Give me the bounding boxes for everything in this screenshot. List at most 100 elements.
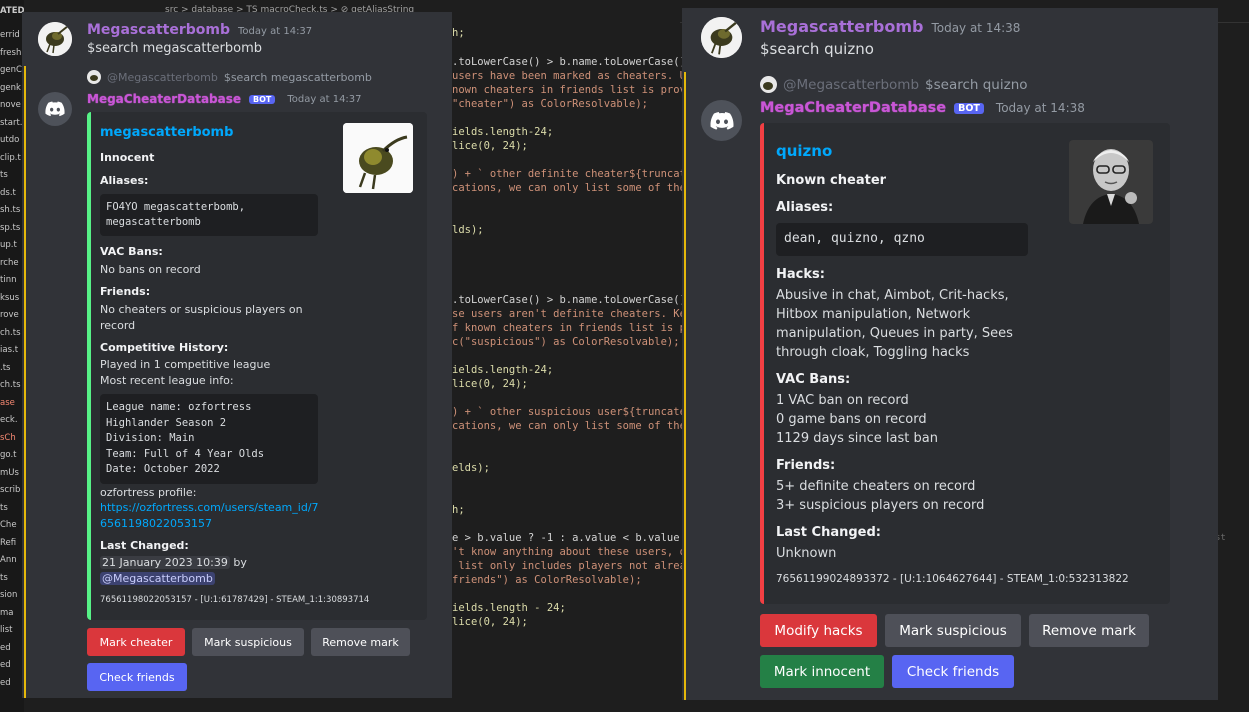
- file-tree-item[interactable]: tinn: [0, 275, 16, 285]
- code-line: nown cheaters in friends list is provide: [452, 84, 705, 96]
- file-tree-item[interactable]: mUs: [0, 468, 19, 478]
- file-tree-item[interactable]: ksus: [0, 293, 19, 303]
- file-tree-item[interactable]: ts: [0, 170, 8, 180]
- reply-reference[interactable]: @Megascatterbomb $search megascatterbomb: [87, 70, 372, 84]
- file-tree-item[interactable]: ch.ts: [0, 380, 21, 390]
- embed-thumbnail[interactable]: [343, 123, 413, 193]
- file-tree-item[interactable]: ias.t: [0, 345, 18, 355]
- league-line: League name: ozfortress: [106, 401, 252, 413]
- file-tree-item[interactable]: up.t: [0, 240, 17, 250]
- bot-badge: BOT: [954, 102, 984, 114]
- embed-thumbnail[interactable]: [1069, 140, 1153, 224]
- code-line: 't know anything about these users, only: [452, 546, 705, 558]
- file-tree-item[interactable]: ed: [0, 660, 11, 670]
- reply-avatar: [760, 76, 777, 93]
- bot-avatar[interactable]: [38, 92, 72, 126]
- check-friends-button[interactable]: Check friends: [87, 663, 187, 691]
- code-line: "cheater") as ColorResolvable);: [452, 98, 648, 110]
- aliases-label: Aliases:: [100, 174, 149, 187]
- user-avatar[interactable]: [701, 17, 742, 58]
- remove-mark-button[interactable]: Remove mark: [311, 628, 410, 656]
- bot-name[interactable]: MegaCheaterDatabase: [760, 100, 946, 116]
- mark-cheater-button[interactable]: Mark cheater: [87, 628, 185, 656]
- file-tree-item[interactable]: sion: [0, 590, 17, 600]
- timestamp: Today at 14:37: [238, 26, 313, 37]
- file-explorer: ATEDDATABASE errid fresh genC genk nove start…: [0, 0, 24, 712]
- hacks-label: Hacks:: [776, 267, 825, 282]
- file-tree-item[interactable]: clip.t: [0, 153, 21, 163]
- user-mention[interactable]: @Megascatterbomb: [100, 572, 215, 585]
- check-friends-button[interactable]: Check friends: [892, 655, 1014, 688]
- file-tree-item[interactable]: scrib: [0, 485, 20, 495]
- file-tree-item[interactable]: go.t: [0, 450, 16, 460]
- bot-timestamp: Today at 14:37: [287, 93, 362, 105]
- file-tree-item[interactable]: ts: [0, 573, 8, 583]
- modify-hacks-button[interactable]: Modify hacks: [760, 614, 877, 647]
- remove-mark-button[interactable]: Remove mark: [1029, 614, 1149, 647]
- file-tree-item[interactable]: nove: [0, 100, 21, 110]
- file-tree-item[interactable]: Ann: [0, 555, 17, 565]
- bot-name[interactable]: MegaCheaterDatabase: [87, 92, 241, 106]
- file-tree-item[interactable]: ed: [0, 643, 11, 653]
- code-line: list only includes players not already l: [452, 560, 712, 572]
- friends-value-line1: No cheaters or suspicious players on: [100, 303, 303, 316]
- league-code-block: League name: ozfortress Highlander Season…: [100, 394, 318, 484]
- file-tree-item[interactable]: Refi: [0, 538, 16, 548]
- file-tree-item[interactable]: ch.ts: [0, 328, 21, 338]
- embed-accent-bar: [760, 123, 764, 604]
- file-tree-item[interactable]: ds.t: [0, 188, 16, 198]
- last-changed-date[interactable]: 21 January 2023 10:39: [100, 556, 230, 569]
- file-tree-item[interactable]: eck.: [0, 415, 18, 425]
- highlight-rail-right: [684, 72, 686, 700]
- competitive-line2: Most recent league info:: [100, 374, 234, 387]
- last-changed-mention-row: @Megascatterbomb: [100, 572, 215, 585]
- code-line: lice(0, 24);: [452, 616, 528, 628]
- status-label: Known cheater: [776, 173, 887, 188]
- profile-link[interactable]: https://ozfortress.com/users/steam_id/7: [100, 501, 319, 514]
- file-tree-item[interactable]: Che: [0, 520, 17, 530]
- file-tree-item[interactable]: errid: [0, 30, 20, 40]
- file-tree-item[interactable]: rove: [0, 310, 19, 320]
- username[interactable]: Megascatterbomb: [87, 22, 230, 38]
- username[interactable]: Megascatterbomb: [760, 17, 923, 36]
- code-line: ields.length - 24;: [452, 602, 566, 614]
- file-tree-item[interactable]: fresh: [0, 48, 21, 58]
- vac-line3: 1129 days since last ban: [776, 431, 938, 446]
- alias-line: megascatterbomb: [106, 216, 201, 228]
- bot-message-header: MegaCheaterDatabase BOT Today at 14:37: [87, 92, 362, 106]
- file-tree-item[interactable]: rche: [0, 258, 19, 268]
- code-line: .toLowerCase() > b.name.toLowerCase() ? …: [452, 56, 712, 68]
- file-tree-item[interactable]: start.: [0, 118, 23, 128]
- embed-title[interactable]: quizno: [776, 142, 832, 160]
- code-line: ields.length-24;: [452, 364, 554, 376]
- embed-title[interactable]: megascatterbomb: [100, 125, 233, 140]
- command-message: $search megascatterbomb: [87, 41, 263, 56]
- file-tree-item[interactable]: sCh: [0, 433, 16, 443]
- reply-command: $search quizno: [925, 76, 1028, 93]
- mark-innocent-button[interactable]: Mark innocent: [760, 655, 884, 688]
- code-line: c("suspicious") as ColorResolvable);: [452, 336, 680, 348]
- file-tree-item[interactable]: utdo: [0, 135, 19, 145]
- file-tree-item[interactable]: ed: [0, 678, 11, 688]
- reply-mention: @Megascatterbomb: [107, 70, 218, 84]
- code-line: users have been marked as cheaters. Use: [452, 70, 699, 82]
- file-tree-item[interactable]: sp.ts: [0, 223, 20, 233]
- code-line: lds);: [452, 224, 484, 236]
- file-tree-item[interactable]: list: [0, 625, 12, 635]
- mark-suspicious-button[interactable]: Mark suspicious: [885, 614, 1021, 647]
- user-avatar[interactable]: [38, 22, 72, 56]
- bot-avatar[interactable]: [701, 100, 742, 141]
- file-tree-item[interactable]: ts: [0, 503, 8, 513]
- league-line: Date: October 2022: [106, 463, 220, 475]
- file-tree-item[interactable]: sh.ts: [0, 205, 20, 215]
- reply-command: $search megascatterbomb: [223, 70, 372, 84]
- file-tree-item[interactable]: .ts: [0, 363, 10, 373]
- profile-link-continued[interactable]: 6561198022053157: [100, 517, 212, 530]
- file-tree-item[interactable]: genC: [0, 65, 22, 75]
- file-tree-item[interactable]: ase: [0, 398, 15, 408]
- reply-reference[interactable]: @Megascatterbomb $search quizno: [760, 76, 1028, 93]
- mark-suspicious-button[interactable]: Mark suspicious: [192, 628, 304, 656]
- league-line: Highlander Season 2: [106, 416, 227, 429]
- file-tree-item[interactable]: genk: [0, 83, 21, 93]
- file-tree-item[interactable]: ma: [0, 608, 14, 618]
